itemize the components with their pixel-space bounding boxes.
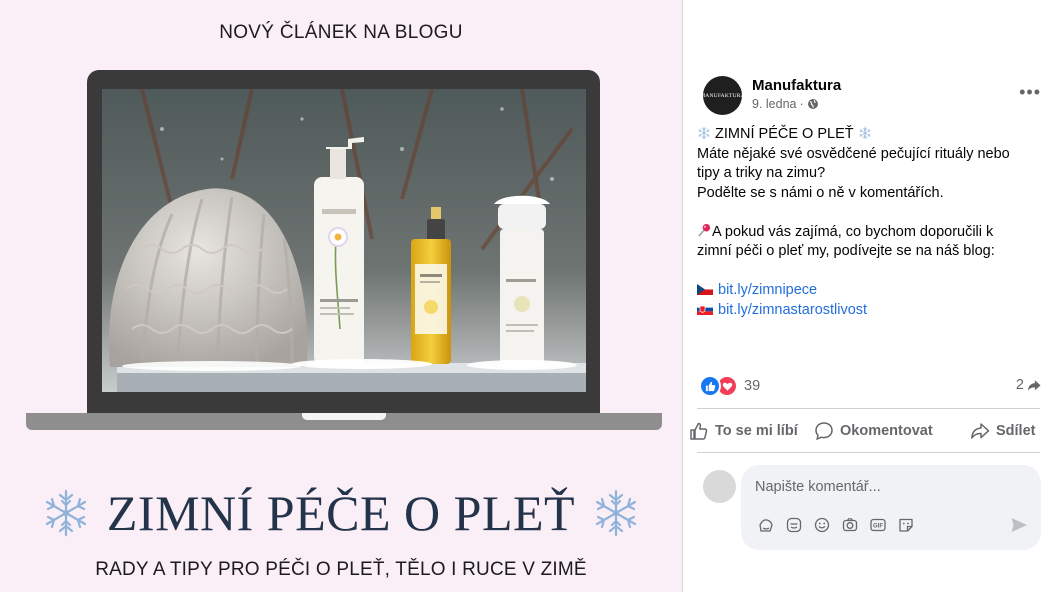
gif-sticker-icon[interactable] (785, 516, 803, 534)
commenter-avatar[interactable] (703, 470, 736, 503)
post-line: zimní péči o pleť my, podívejte se na ná… (697, 243, 995, 259)
promo-title: ZIMNÍ PÉČE O PLEŤ (106, 485, 576, 541)
snowflake-icon (45, 489, 86, 537)
share-button-label: Sdílet (996, 423, 1036, 439)
like-reaction-icon (699, 375, 721, 397)
avatar-logo-text: MANUFAKTURA (700, 92, 745, 99)
post-title-line: ZIMNÍ PÉČE O PLEŤ (697, 125, 1047, 145)
thumbs-up-icon (690, 422, 708, 440)
share-count[interactable]: 2 (1016, 377, 1041, 393)
pushpin-emoji-icon (698, 223, 711, 237)
post-date[interactable]: 9. ledna (752, 97, 796, 111)
facebook-post: MANUFAKTURA Manufaktura 9. ledna · ••• Z… (683, 0, 1054, 592)
promo-title-row: ZIMNÍ PÉČE O PLEŤ (0, 478, 682, 548)
page-avatar[interactable]: MANUFAKTURA (700, 76, 745, 115)
gif-icon[interactable]: GIF (869, 516, 887, 534)
emoji-icon[interactable] (813, 516, 831, 534)
laptop-notch (302, 413, 386, 420)
link-line-sk: bit.ly/zimnastarostlivost (697, 301, 1047, 321)
meta-separator: · (799, 97, 804, 111)
czech-flag-icon (697, 284, 713, 295)
reactions-summary[interactable]: 39 (699, 375, 760, 397)
reaction-count: 39 (744, 378, 761, 394)
post-line: Podělte se s námi o ně v komentářích. (697, 184, 944, 201)
divider (697, 452, 1040, 453)
promo-subtitle: RADY A TIPY PRO PÉČI O PLEŤ, TĚLO I RUCE… (95, 559, 587, 580)
share-arrow-icon (1027, 379, 1041, 391)
page-name-link[interactable]: Manufaktura (752, 77, 841, 94)
camera-icon[interactable] (841, 516, 859, 534)
blog-link-cz[interactable]: bit.ly/zimnipece (718, 282, 817, 298)
divider (697, 408, 1040, 409)
comment-icon (815, 422, 833, 441)
post-meta: 9. ledna · (752, 97, 819, 111)
share-icon (971, 423, 990, 439)
comment-tools: GIF (757, 516, 915, 534)
share-count-value: 2 (1015, 377, 1024, 393)
post-line: A pokud vás zajímá, co bychom doporučili… (712, 223, 994, 240)
blog-link-sk[interactable]: bit.ly/zimnastarostlivost (718, 302, 867, 318)
post-line-with-pin: A pokud vás zajímá, co bychom doporučili… (697, 223, 1047, 243)
sticker-icon[interactable] (897, 516, 915, 534)
snowflake-emoji-icon (859, 126, 871, 140)
globe-icon[interactable] (807, 98, 819, 110)
post-line: Máte nějaké své osvědčené pečující rituá… (697, 145, 1010, 162)
avatar-sticker-icon[interactable] (757, 516, 775, 534)
snowflake-emoji-icon (698, 126, 710, 140)
blog-promo-image[interactable]: NOVÝ ČLÁNEK NA BLOGU ZIMNÍ PÉČE O PLEŤ R… (0, 0, 682, 592)
slovak-flag-icon (697, 303, 713, 315)
snowflake-icon (595, 489, 637, 537)
post-text: ZIMNÍ PÉČE O PLEŤ Máte nějaké své osvědč… (697, 125, 1047, 320)
svg-text:GIF: GIF (873, 524, 883, 530)
more-options-icon[interactable]: ••• (1019, 82, 1041, 103)
send-icon[interactable] (1009, 515, 1029, 535)
comment-button[interactable]: Okomentovat (814, 412, 933, 450)
link-line-cz: bit.ly/zimnipece (697, 281, 1047, 301)
post-line: tipy a triky na zimu? (697, 165, 826, 181)
product-photo (102, 89, 586, 392)
post-actions-bar: To se mi líbí Okomentovat Sdílet (683, 412, 1054, 450)
comment-placeholder: Napište komentář... (755, 479, 881, 495)
like-button-label: To se mi líbí (715, 423, 798, 439)
like-button[interactable]: To se mi líbí (689, 412, 798, 450)
comment-button-label: Okomentovat (840, 423, 933, 439)
laptop-screen-photo (102, 89, 586, 392)
comment-input[interactable]: Napište komentář... GIF (741, 465, 1041, 550)
promo-heading: NOVÝ ČLÁNEK NA BLOGU (219, 22, 463, 43)
post-title: ZIMNÍ PÉČE O PLEŤ (715, 126, 854, 142)
share-button[interactable]: Sdílet (970, 412, 1035, 450)
